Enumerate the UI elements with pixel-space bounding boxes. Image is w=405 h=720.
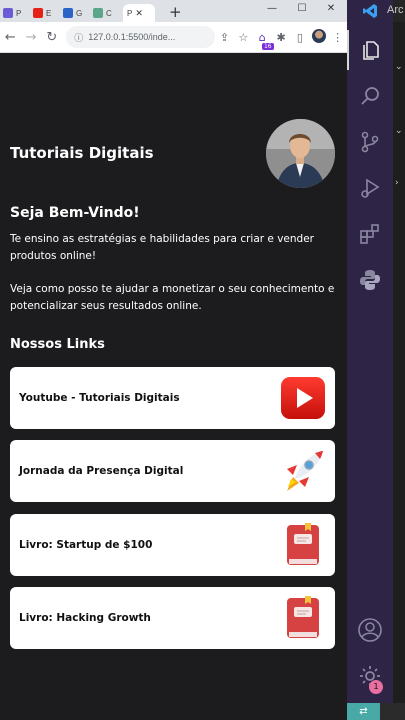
bookmark-star-icon[interactable]: ☆ <box>234 31 253 44</box>
browser-window: P E G C P ✕ + — ☐ ✕ ← → ↻ ⓘ 127.0.0.1:55… <box>0 0 347 720</box>
side-panel-icon[interactable]: ▯ <box>290 31 309 44</box>
link-youtube[interactable]: Youtube - Tutoriais Digitais <box>10 367 335 429</box>
share-icon[interactable]: ⇪ <box>215 31 234 44</box>
source-control-icon[interactable] <box>347 122 393 162</box>
remote-indicator-icon[interactable]: ⇄ <box>347 703 380 720</box>
youtube-icon <box>281 377 325 419</box>
window-controls: — ☐ ✕ <box>257 0 345 18</box>
chevron-down-icon[interactable]: ⌄ <box>395 126 403 136</box>
intro-paragraph: Te ensino as estratégias e habilidades p… <box>10 233 314 262</box>
site-info-icon[interactable]: ⓘ <box>74 31 83 44</box>
chevron-down-icon[interactable]: ⌄ <box>395 62 403 72</box>
reload-icon[interactable]: ↻ <box>41 30 62 45</box>
tab-strip: P E G C P ✕ + — ☐ ✕ <box>0 0 347 22</box>
youtube-favicon <box>33 8 43 18</box>
browser-tab[interactable]: E <box>33 4 60 22</box>
book-icon <box>287 523 319 565</box>
welcome-heading: Seja Bem-Vindo! <box>10 205 140 221</box>
editor-edge: ⌄ ⌄ › <box>393 22 405 703</box>
chevron-right-icon[interactable]: › <box>395 178 399 188</box>
kebab-menu-icon[interactable]: ⋮ <box>328 31 347 44</box>
browser-tab-active[interactable]: P ✕ <box>123 4 155 22</box>
search-icon[interactable] <box>347 76 393 116</box>
tab-label: P <box>127 8 133 18</box>
link-label: Jornada da Presença Digital <box>19 465 184 477</box>
profile-avatar-photo <box>266 119 335 188</box>
account-icon[interactable] <box>347 610 393 650</box>
tab-label: P <box>16 8 22 18</box>
link-label: Livro: Hacking Growth <box>19 612 151 624</box>
links-heading: Nossos Links <box>10 337 105 352</box>
rocket-icon <box>287 451 323 491</box>
intro-paragraph-2: Veja como posso te ajudar a monetizar o … <box>10 283 335 312</box>
python-icon[interactable] <box>347 260 393 300</box>
puzzle-extensions-icon[interactable]: ✱ <box>272 31 291 44</box>
page-content: Tutoriais Digitais Seja Bem-Vindo! Te en… <box>0 53 347 720</box>
notification-badge: 1 <box>369 680 383 694</box>
forward-arrow-icon[interactable]: → <box>21 30 42 45</box>
browser-tab[interactable]: G <box>63 4 90 22</box>
minimize-icon[interactable]: — <box>257 0 287 18</box>
explorer-icon[interactable] <box>347 30 393 70</box>
chatgpt-favicon <box>93 8 103 18</box>
extensions-icon[interactable] <box>347 214 393 254</box>
link-startup-100[interactable]: Livro: Startup de $100 <box>10 514 335 576</box>
link-label: Youtube - Tutoriais Digitais <box>19 392 180 404</box>
browser-tab[interactable]: C <box>93 4 120 22</box>
browser-toolbar: ← → ↻ ⓘ 127.0.0.1:5500/inde... ⇪ ☆ ⌂ 16 ✱… <box>0 22 347 53</box>
window-close-icon[interactable]: ✕ <box>317 0 345 18</box>
page-title: Tutoriais Digitais <box>10 144 154 162</box>
book-icon <box>287 596 319 638</box>
window-title: Arc <box>387 4 404 16</box>
tab-label: C <box>106 8 112 18</box>
tab-label: G <box>76 8 83 18</box>
link-label: Livro: Startup de $100 <box>19 539 153 551</box>
tab-label: E <box>46 8 52 18</box>
new-tab-button[interactable]: + <box>169 3 182 21</box>
link-jornada[interactable]: Jornada da Presença Digital <box>10 440 335 502</box>
run-debug-icon[interactable] <box>347 168 393 208</box>
browser-tab[interactable]: P <box>3 4 30 22</box>
activity-bar: 1 <box>347 0 393 703</box>
link-hacking-growth[interactable]: Livro: Hacking Growth <box>10 587 335 649</box>
url-text: 127.0.0.1:5500/inde... <box>88 32 176 42</box>
tab-favicon <box>3 8 13 18</box>
back-arrow-icon[interactable]: ← <box>0 30 21 45</box>
tab-favicon <box>63 8 73 18</box>
maximize-icon[interactable]: ☐ <box>287 0 317 18</box>
close-tab-icon[interactable]: ✕ <box>135 8 143 19</box>
extension-badge: 16 <box>261 42 274 50</box>
vscode-window: 1 Arc ⌄ ⌄ › ⇄ <box>347 0 405 720</box>
extension-icon[interactable]: ⌂ 16 <box>253 31 274 50</box>
address-bar[interactable]: ⓘ 127.0.0.1:5500/inde... <box>66 26 216 48</box>
profile-avatar[interactable] <box>309 28 328 46</box>
status-bar: ⇄ <box>347 703 405 720</box>
